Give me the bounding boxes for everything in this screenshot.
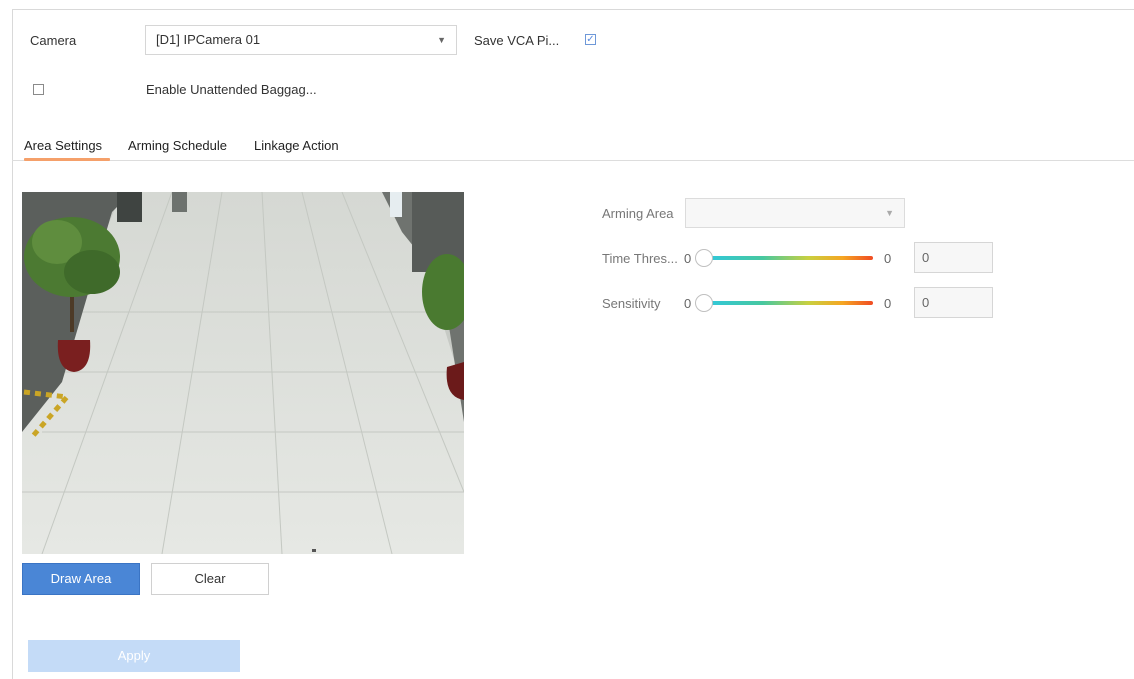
sensitivity-input[interactable]: 0	[914, 287, 993, 318]
camera-label: Camera	[30, 33, 77, 48]
time-threshold-label: Time Thres...	[602, 251, 678, 266]
enable-label: Enable Unattended Baggag...	[146, 82, 317, 97]
camera-preview[interactable]	[22, 192, 464, 554]
checkmark-icon: ✓	[586, 34, 595, 45]
arming-area-label: Arming Area	[602, 206, 674, 221]
chevron-down-icon: ▼	[885, 208, 894, 218]
camera-select-value: [D1] IPCamera 01	[156, 32, 261, 47]
camera-select[interactable]: [D1] IPCamera 01 ▼	[145, 25, 457, 55]
apply-button[interactable]: Apply	[28, 640, 240, 672]
enable-checkbox[interactable]	[33, 84, 44, 95]
time-threshold-slider-thumb[interactable]	[695, 249, 713, 267]
left-border	[12, 9, 13, 679]
sensitivity-slider-thumb[interactable]	[695, 294, 713, 312]
chevron-down-icon: ▼	[437, 35, 446, 45]
draw-area-button[interactable]: Draw Area	[22, 563, 140, 595]
tab-area-settings[interactable]: Area Settings	[24, 138, 102, 153]
save-vca-label: Save VCA Pi...	[474, 33, 560, 48]
arming-area-select[interactable]: ▼	[685, 198, 905, 228]
top-border	[12, 9, 1134, 10]
time-threshold-slider[interactable]	[703, 256, 873, 260]
tab-linkage-action[interactable]: Linkage Action	[254, 138, 339, 153]
clear-button[interactable]: Clear	[151, 563, 269, 595]
sensitivity-min: 0	[684, 296, 692, 311]
save-vca-checkbox[interactable]: ✓	[585, 34, 596, 45]
time-threshold-min: 0	[684, 251, 692, 266]
active-tab-indicator	[24, 158, 110, 161]
sensitivity-label: Sensitivity	[602, 296, 661, 311]
corridor-image	[22, 192, 464, 554]
time-threshold-input[interactable]: 0	[914, 242, 993, 273]
sensitivity-slider[interactable]	[703, 301, 873, 305]
sensitivity-max: 0	[884, 296, 892, 311]
tab-arming-schedule[interactable]: Arming Schedule	[128, 138, 227, 153]
tabs-divider	[12, 160, 1134, 161]
time-threshold-max: 0	[884, 251, 892, 266]
